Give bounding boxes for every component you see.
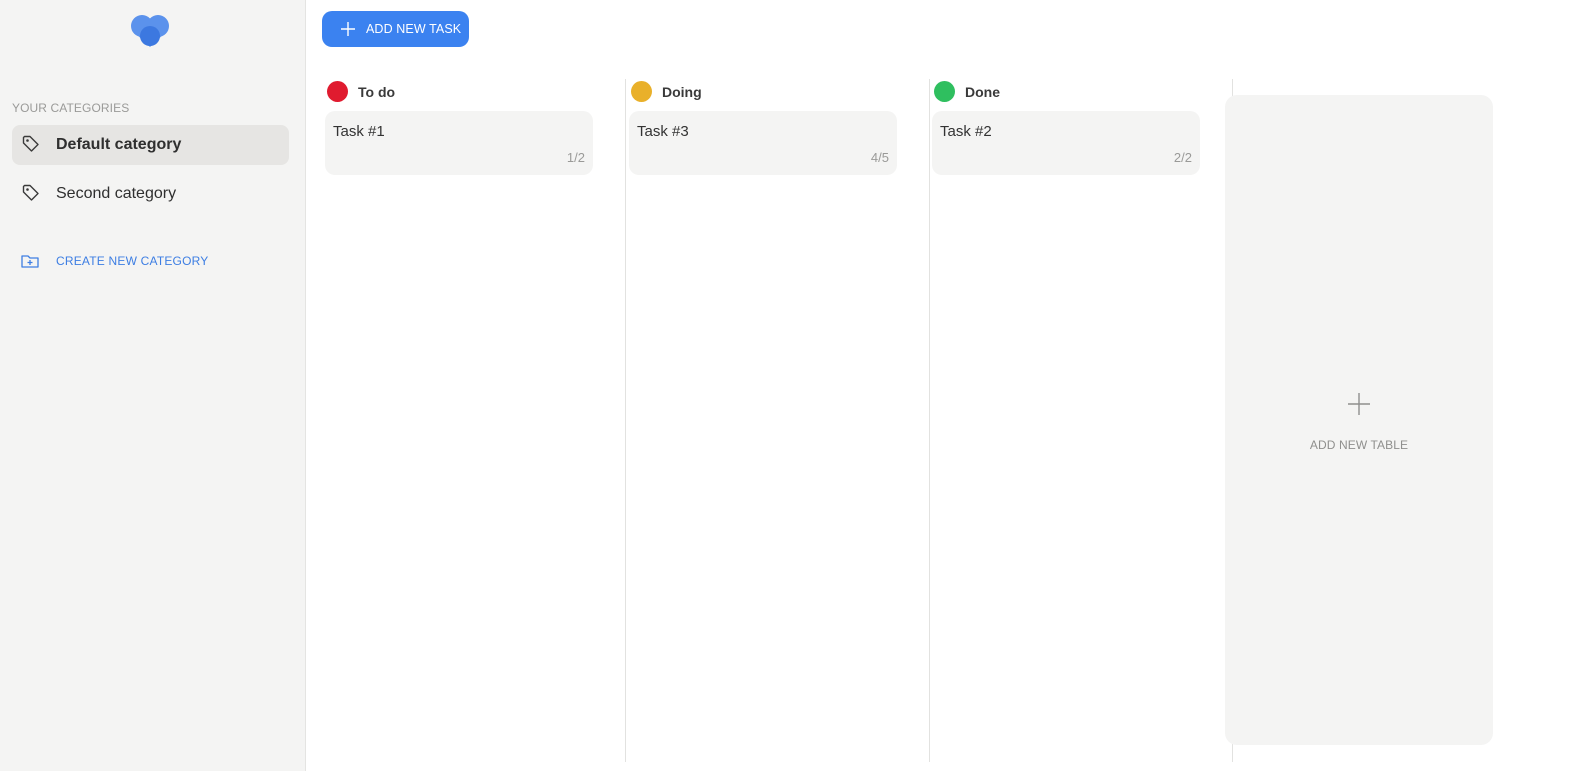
status-dot	[631, 81, 652, 102]
sidebar-item-second-category[interactable]: Second category	[12, 174, 289, 214]
column-divider	[625, 79, 626, 762]
tag-icon	[22, 184, 39, 201]
task-progress: 2/2	[1173, 150, 1192, 165]
status-dot	[327, 81, 348, 102]
column-title: Done	[965, 84, 1000, 100]
add-new-table-label: ADD NEW TABLE	[1309, 438, 1409, 452]
sidebar-item-default-category[interactable]: Default category	[12, 125, 289, 165]
add-new-task-label: ADD NEW TASK	[366, 22, 462, 36]
column-header: Done	[934, 81, 1194, 103]
column-divider	[929, 79, 930, 762]
column-title: Doing	[662, 84, 702, 100]
app-root: YOUR CATEGORIES Default category Second …	[0, 0, 1591, 771]
categories-section-title: YOUR CATEGORIES	[12, 101, 130, 115]
sidebar-item-label: Second category	[56, 185, 177, 202]
create-category-label: CREATE NEW CATEGORY	[56, 254, 209, 268]
create-category-button[interactable]: CREATE NEW CATEGORY	[12, 247, 212, 275]
sidebar: YOUR CATEGORIES Default category Second …	[0, 0, 306, 771]
add-new-table-button[interactable]: ADD NEW TABLE	[1225, 95, 1493, 745]
column-title: To do	[358, 84, 396, 100]
task-progress: 1/2	[566, 150, 585, 165]
plus-icon	[1348, 393, 1370, 415]
task-title: Task #3	[637, 123, 689, 140]
task-title: Task #2	[940, 123, 992, 140]
column-header: To do	[327, 81, 587, 103]
column-to-do: To do Task #1 1/2	[325, 79, 626, 762]
task-title: Task #1	[333, 123, 385, 140]
folder-plus-icon	[21, 255, 39, 268]
status-dot	[934, 81, 955, 102]
column-doing: Doing Task #3 4/5	[629, 79, 930, 762]
sidebar-item-label: Default category	[56, 136, 182, 153]
task-card[interactable]: Task #1 1/2	[325, 111, 593, 175]
add-new-task-button[interactable]: ADD NEW TASK	[322, 11, 469, 47]
task-card[interactable]: Task #2 2/2	[932, 111, 1200, 175]
heart-logo-icon[interactable]	[128, 14, 172, 48]
column-header: Doing	[631, 81, 891, 103]
tag-icon	[22, 135, 39, 152]
task-progress: 4/5	[870, 150, 889, 165]
task-card[interactable]: Task #3 4/5	[629, 111, 897, 175]
column-done: Done Task #2 2/2	[932, 79, 1233, 762]
plus-icon	[341, 22, 355, 36]
